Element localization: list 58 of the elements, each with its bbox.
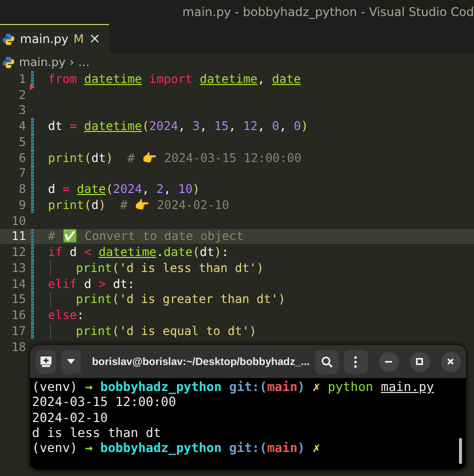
menu-button[interactable] xyxy=(344,350,368,374)
line-number: 6 xyxy=(18,150,26,165)
maximize-button[interactable] xyxy=(410,352,430,372)
terminal-line: 2024-03-15 12:00:00 xyxy=(32,394,178,410)
terminal-line: (venv) → bobbyhadz_python git:(main) ✗ python main.py xyxy=(32,379,435,394)
line-number: 17 xyxy=(10,324,26,338)
close-button[interactable] xyxy=(440,352,461,372)
code-line: elif d > dt: xyxy=(48,276,135,291)
terminal-line: (venv) → bobbyhadz_python git:(main) ✗ xyxy=(32,440,322,456)
terminal-line: 2024-02-10 xyxy=(32,410,109,425)
line-number: 11 xyxy=(10,229,26,244)
line-number: 15 xyxy=(10,292,26,306)
new-tab-button[interactable] xyxy=(36,350,56,374)
line-number: 7 xyxy=(18,166,26,180)
caret-icon xyxy=(67,359,75,364)
code-line: from datetime import datetime, date xyxy=(48,72,301,86)
code-line: dt = datetime(2024, 3, 15, 12, 0, 0) xyxy=(48,119,308,134)
line-number: 4 xyxy=(18,119,26,134)
line-number: 5 xyxy=(18,134,26,149)
code-line: d = date(2024, 2, 10) xyxy=(48,182,200,196)
search-button[interactable] xyxy=(314,350,339,374)
maximize-icon xyxy=(416,358,424,365)
breadcrumb-item[interactable]: main.py xyxy=(19,55,66,69)
line-number: 13 xyxy=(10,260,26,275)
code-line: print(dt) # 👉 2024-03-15 12:00:00 xyxy=(48,150,302,165)
line-number: 9 xyxy=(18,198,26,212)
line-number: 1 xyxy=(18,72,26,86)
code-line: if d < datetime.date(dt): xyxy=(48,245,229,260)
scrollbar[interactable] xyxy=(459,438,462,464)
search-icon xyxy=(320,356,333,368)
code-line: print(d) # 👉 2024-02-10 xyxy=(48,198,230,212)
breadcrumb-item[interactable]: … xyxy=(78,55,90,69)
breadcrumb-separator: › xyxy=(70,55,74,69)
line-number: 12 xyxy=(10,245,26,260)
line-number: 3 xyxy=(18,103,26,118)
code-line: # ✅ Convert to date object xyxy=(48,229,244,244)
new-tab-icon xyxy=(40,356,52,367)
code-line: print('d is less than dt') xyxy=(76,260,264,275)
line-number: 14 xyxy=(10,276,26,291)
code-line: print('d is greater than dt') xyxy=(76,292,286,306)
dropdown-button[interactable] xyxy=(61,350,81,374)
code-line: print('d is equal to dt') xyxy=(76,324,257,338)
minimize-button[interactable] xyxy=(378,352,399,372)
editor-tab[interactable]: main.py M × xyxy=(0,24,109,53)
close-icon xyxy=(447,358,454,365)
terminal-line: d is less than dt xyxy=(32,424,162,440)
line-number: 18 xyxy=(10,340,26,354)
line-number: 16 xyxy=(10,308,26,322)
line-number: 8 xyxy=(18,182,26,196)
python-icon xyxy=(2,56,15,68)
window-title: main.py - bobbyhadz_python - Visual Studio Cod xyxy=(182,5,474,19)
minimize-icon xyxy=(385,360,392,362)
code-line: else: xyxy=(48,308,84,322)
terminal-title: borislav@borislav:~/Desktop/bobbyhadz_... xyxy=(91,356,310,368)
python-icon xyxy=(2,32,15,46)
line-number: 10 xyxy=(10,214,26,228)
line-number: 2 xyxy=(18,88,26,102)
menu-icon xyxy=(354,356,358,368)
